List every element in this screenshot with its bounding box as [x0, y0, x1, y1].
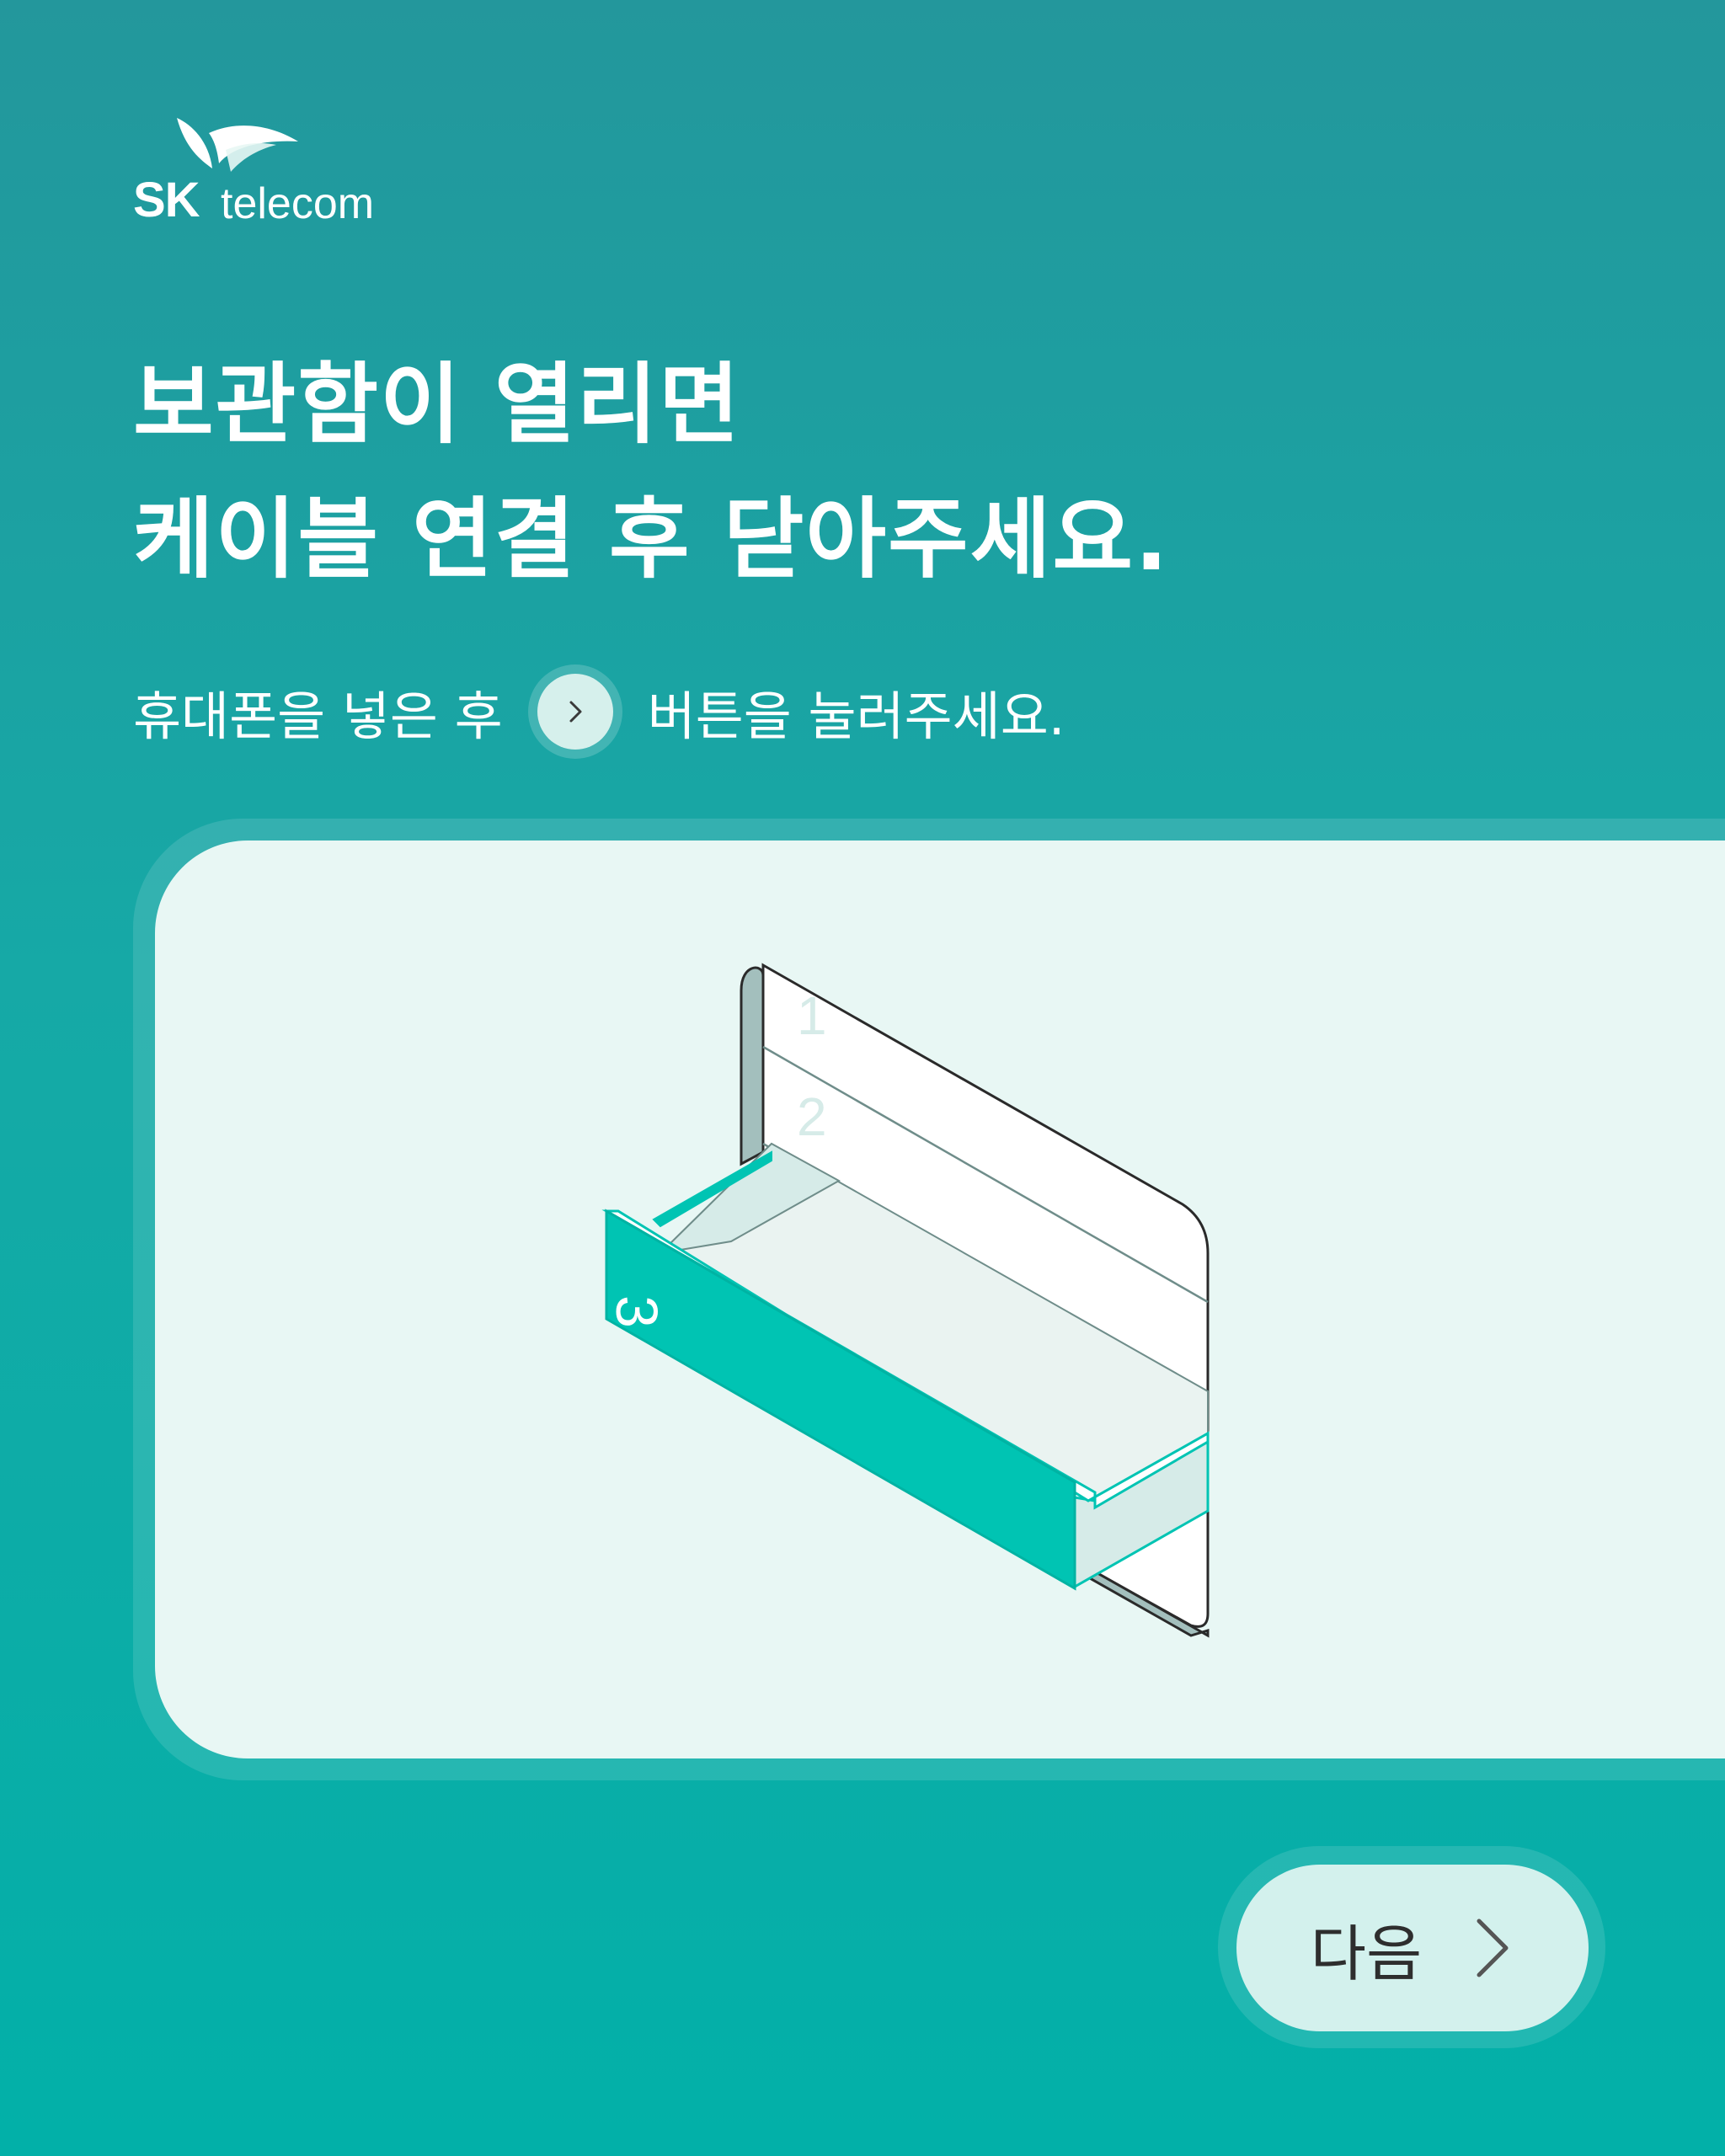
chevron-right-icon	[1477, 1919, 1509, 1977]
instruction-text: 휴대폰을 넣은 후 버튼을 눌러주세요.	[133, 664, 1065, 759]
sk-telecom-logo: SK telecom	[133, 116, 386, 228]
title-line-1: 보관함이 열리면	[133, 353, 741, 456]
drawer-number-3: 3	[604, 1295, 670, 1328]
page-title: 보관함이 열리면 케이블 연결 후 닫아주세요.	[133, 337, 1649, 606]
locker-illustration: 1 2 3	[601, 963, 1210, 1638]
drawer-number-1: 1	[797, 985, 827, 1046]
drawer-number-2: 2	[797, 1086, 827, 1147]
inline-next-symbol	[527, 664, 622, 759]
illustration-card: 1 2 3	[155, 841, 1725, 1758]
brand-sk: SK	[133, 173, 200, 227]
title-line-2: 케이블 연결 후 닫아주세요.	[133, 488, 1170, 590]
next-button-label: 다음	[1310, 1918, 1423, 1989]
locker-instruction-screen: SK telecom 보관함이 열리면 케이블 연결 후 닫아주세요. 휴대폰을…	[0, 0, 1725, 2156]
chevron-right-icon	[569, 701, 582, 723]
instruction-before: 휴대폰을 넣은 후	[133, 686, 503, 747]
next-button[interactable]: 다음	[1236, 1865, 1589, 2031]
instruction-after: 버튼을 눌러주세요.	[647, 686, 1065, 747]
brand-telecom: telecom	[221, 179, 375, 228]
